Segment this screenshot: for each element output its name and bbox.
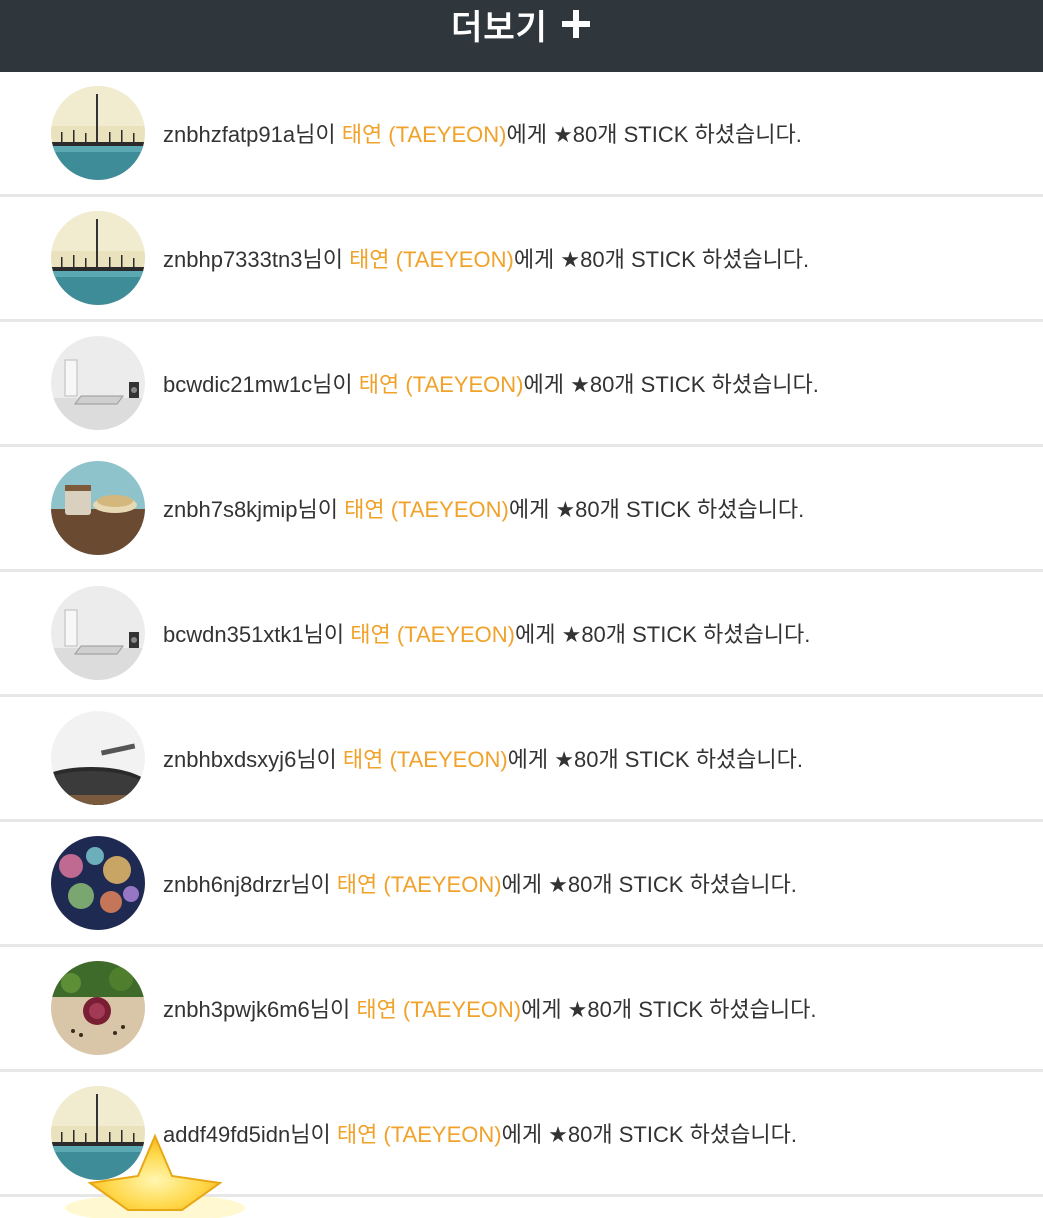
artist-name[interactable]: 태연 (TAEYEON) [337, 1122, 502, 1147]
list-item[interactable]: znbhp7333tn3님이 태연 (TAEYEON)에게 ★80개 STICK… [0, 197, 1043, 322]
feed-message: znbh7s8kjmip님이 태연 (TAEYEON)에게 ★80개 STICK… [163, 497, 805, 522]
artist-name[interactable]: 태연 (TAEYEON) [349, 247, 514, 272]
username[interactable]: znbh7s8kjmip [163, 497, 298, 522]
turntable-avatar[interactable] [51, 711, 145, 805]
artist-name[interactable]: 태연 (TAEYEON) [342, 122, 507, 147]
username[interactable]: znbhbxdsxyj6 [163, 747, 296, 772]
list-item[interactable]: znbhbxdsxyj6님이 태연 (TAEYEON)에게 ★80개 STICK… [0, 697, 1043, 822]
list-item[interactable]: znbh3pwjk6m6님이 태연 (TAEYEON)에게 ★80개 STICK… [0, 947, 1043, 1072]
onion-herbs-avatar[interactable] [51, 961, 145, 1055]
artist-name[interactable]: 태연 (TAEYEON) [343, 747, 508, 772]
artist-name[interactable]: 태연 (TAEYEON) [350, 622, 515, 647]
username[interactable]: znbhp7333tn3 [163, 247, 302, 272]
plus-icon [561, 10, 590, 38]
feed-message: znbh3pwjk6m6님이 태연 (TAEYEON)에게 ★80개 STICK… [163, 997, 817, 1022]
artist-name[interactable]: 태연 (TAEYEON) [359, 372, 524, 397]
list-item[interactable]: bcwdn351xtk1님이 태연 (TAEYEON)에게 ★80개 STICK… [0, 572, 1043, 697]
feed-message: addf49fd5idn님이 태연 (TAEYEON)에게 ★80개 STICK… [163, 1122, 797, 1147]
feed-message: znbh6nj8drzr님이 태연 (TAEYEON)에게 ★80개 STICK… [163, 872, 797, 897]
artist-name[interactable]: 태연 (TAEYEON) [337, 872, 502, 897]
laptop-desk-avatar[interactable] [51, 586, 145, 680]
coffee-cup-avatar[interactable] [51, 461, 145, 555]
laptop-desk-avatar[interactable] [51, 336, 145, 430]
username[interactable]: znbh3pwjk6m6 [163, 997, 310, 1022]
feed-message: bcwdic21mw1c님이 태연 (TAEYEON)에게 ★80개 STICK… [163, 372, 819, 397]
feed-message: znbhp7333tn3님이 태연 (TAEYEON)에게 ★80개 STICK… [163, 247, 810, 272]
sea-pier-avatar[interactable] [51, 86, 145, 180]
load-more-label: 더보기 [451, 7, 548, 48]
username[interactable]: znbh6nj8drzr [163, 872, 290, 897]
username[interactable]: bcwdn351xtk1 [163, 622, 304, 647]
feed-message: znbhzfatp91a님이 태연 (TAEYEON)에게 ★80개 STICK… [163, 122, 802, 147]
load-more-button[interactable]: 더보기 [0, 0, 1043, 72]
list-item[interactable]: znbh6nj8drzr님이 태연 (TAEYEON)에게 ★80개 STICK… [0, 822, 1043, 947]
stick-feed-list: znbhzfatp91a님이 태연 (TAEYEON)에게 ★80개 STICK… [0, 72, 1043, 1197]
list-item[interactable]: znbh7s8kjmip님이 태연 (TAEYEON)에게 ★80개 STICK… [0, 447, 1043, 572]
list-item[interactable]: znbhzfatp91a님이 태연 (TAEYEON)에게 ★80개 STICK… [0, 72, 1043, 197]
bokeh-lights-avatar[interactable] [51, 836, 145, 930]
feed-message: bcwdn351xtk1님이 태연 (TAEYEON)에게 ★80개 STICK… [163, 622, 811, 647]
list-item[interactable]: bcwdic21mw1c님이 태연 (TAEYEON)에게 ★80개 STICK… [0, 322, 1043, 447]
star-icon [65, 1133, 245, 1218]
username[interactable]: bcwdic21mw1c [163, 372, 312, 397]
artist-name[interactable]: 태연 (TAEYEON) [344, 497, 509, 522]
sea-pier-avatar[interactable] [51, 211, 145, 305]
feed-message: znbhbxdsxyj6님이 태연 (TAEYEON)에게 ★80개 STICK… [163, 747, 804, 772]
artist-name[interactable]: 태연 (TAEYEON) [356, 997, 521, 1022]
username[interactable]: znbhzfatp91a [163, 122, 295, 147]
